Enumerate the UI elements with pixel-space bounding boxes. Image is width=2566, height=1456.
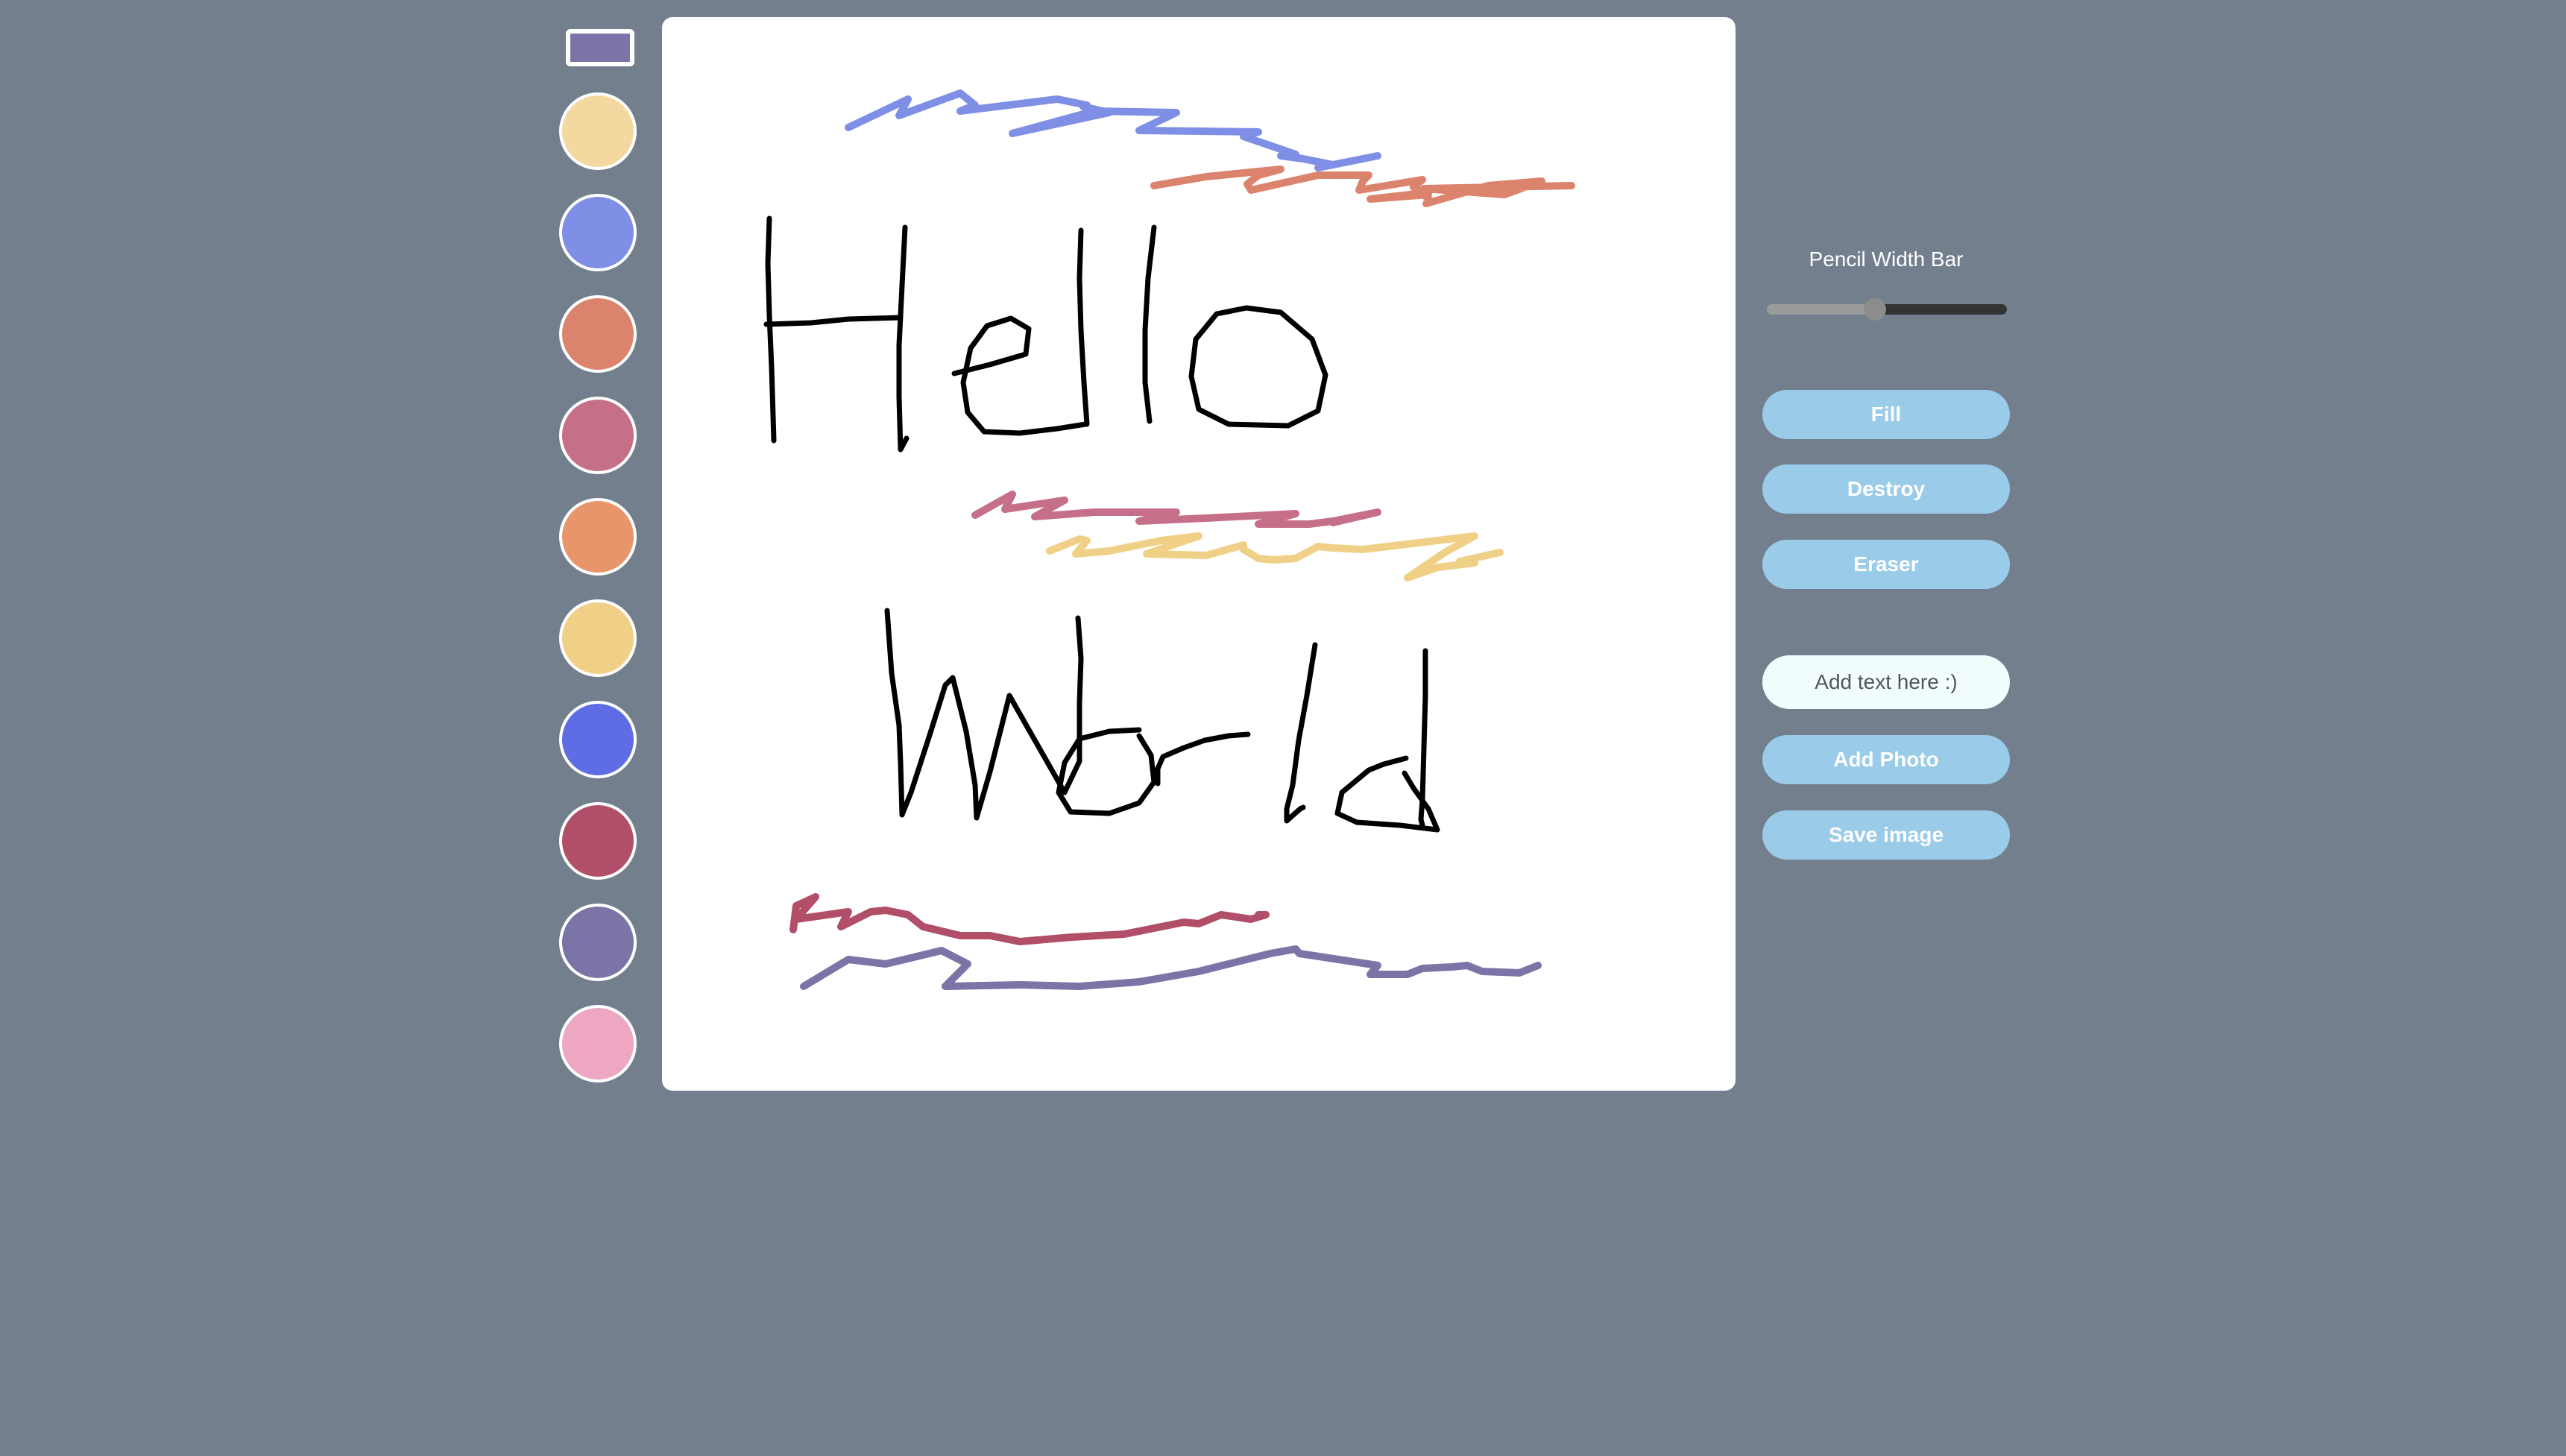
stroke-hello-e bbox=[951, 315, 1088, 436]
stroke-lavender-scribble bbox=[800, 945, 1542, 990]
stroke-mustard-scribble bbox=[1046, 532, 1504, 582]
slider-track-filled bbox=[1767, 304, 1875, 315]
current-color-indicator bbox=[566, 29, 634, 66]
add-text-input[interactable] bbox=[1762, 655, 2010, 709]
drawing-strokes bbox=[763, 89, 1575, 990]
color-swatch-pink[interactable] bbox=[559, 1005, 637, 1082]
slider-thumb[interactable] bbox=[1864, 298, 1886, 321]
eraser-button[interactable]: Eraser bbox=[1762, 540, 2010, 589]
stroke-hello-h-right bbox=[896, 224, 910, 453]
stroke-hello-l1 bbox=[1076, 227, 1090, 427]
stroke-hello-h-bar bbox=[763, 315, 904, 327]
pencil-width-slider[interactable] bbox=[1767, 298, 2007, 321]
stroke-world-d-stem bbox=[1418, 648, 1428, 828]
stroke-world-l bbox=[1284, 642, 1318, 824]
fill-button[interactable]: Fill bbox=[1762, 390, 2010, 439]
stroke-rose-scribble bbox=[971, 491, 1381, 528]
stroke-hello-h-left bbox=[765, 215, 777, 444]
color-swatch-crimson[interactable] bbox=[559, 802, 637, 880]
stroke-hello-l2 bbox=[1142, 224, 1157, 424]
color-swatch-rose[interactable] bbox=[559, 397, 637, 474]
destroy-button[interactable]: Destroy bbox=[1762, 464, 2010, 514]
add-photo-button[interactable]: Add Photo bbox=[1762, 735, 2010, 784]
color-swatch-orange[interactable] bbox=[559, 498, 637, 576]
stroke-periwinkle-scribble bbox=[845, 89, 1381, 171]
slider-track-empty bbox=[1875, 304, 2007, 315]
color-swatch-pale-yellow[interactable] bbox=[559, 92, 637, 170]
drawing-canvas[interactable] bbox=[662, 17, 1736, 1091]
save-image-button[interactable]: Save image bbox=[1762, 810, 2010, 860]
stroke-world-r bbox=[1155, 731, 1251, 787]
color-swatch-mustard[interactable] bbox=[559, 599, 637, 677]
stroke-terracotta-scribble bbox=[1150, 166, 1575, 207]
pencil-width-label: Pencil Width Bar bbox=[1809, 248, 1964, 271]
color-swatch-royal-blue[interactable] bbox=[559, 701, 637, 778]
color-swatch-periwinkle[interactable] bbox=[559, 194, 637, 271]
stroke-world-w bbox=[884, 608, 1084, 821]
stroke-crimson-scribble bbox=[789, 893, 1270, 945]
color-swatch-terracotta[interactable] bbox=[559, 295, 637, 373]
stroke-hello-o bbox=[1188, 305, 1328, 429]
color-swatch-lavender[interactable] bbox=[559, 904, 637, 981]
